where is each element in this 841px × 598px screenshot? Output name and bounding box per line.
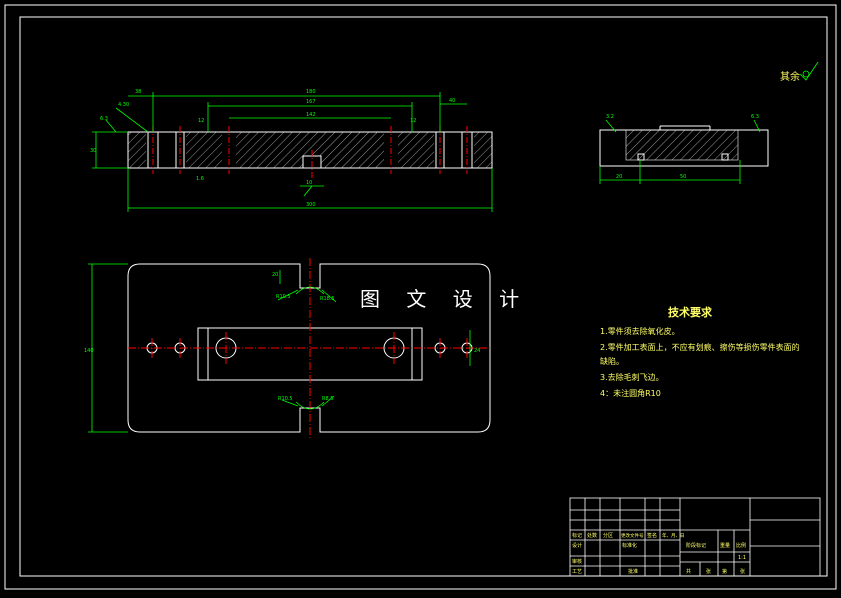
drawing-stage: 180 167 142 300 38 40 30 4.30 6.3 1.6 12… (0, 0, 841, 594)
watermark-text: 图 文 设 计 (360, 287, 530, 311)
tech-req-item-5: 4：未注圆角R10 (600, 388, 661, 398)
dim-chamfer-left: 4.30 (118, 102, 129, 108)
tb-stage: 阶段标记 (686, 542, 706, 549)
tb-row-date: 年、月、日 (662, 532, 685, 539)
dim-inner-span: 167 (306, 99, 316, 105)
dim-overall-width: 300 (306, 202, 316, 208)
tb-scale-value: 1:1 (738, 555, 746, 561)
front-hatch-edge-left (128, 132, 146, 168)
tb-approve: 批准 (628, 568, 638, 575)
front-hatch-left (186, 132, 222, 168)
roughness-note: 其余 (780, 61, 819, 83)
tb-row-doc: 更改文件号 (621, 532, 644, 539)
plan-dim-slot: 20 (272, 272, 278, 278)
tb-row-sign: 签名 (647, 532, 657, 539)
tech-req-item-1: 1.零件须去除氧化皮。 (600, 326, 680, 336)
tb-designer: 设计 (572, 542, 582, 549)
tb-check: 审核 (572, 558, 582, 565)
tb-sheets-unit1: 张 (706, 568, 711, 575)
front-hatch-edge-right (474, 132, 492, 168)
dim-slot-right: 12 (410, 118, 416, 124)
side-dim-right: 50 (680, 174, 686, 180)
tb-sheets-no: 第 (722, 568, 727, 575)
dim-left-offset: 38 (135, 89, 141, 95)
plan-right-mark: 24 (474, 348, 480, 354)
dim-inner-mid: 142 (306, 112, 316, 118)
tb-scale: 比例 (736, 542, 746, 549)
plan-radius-top-left: R10.5 (276, 294, 291, 300)
tb-row-zone: 分区 (603, 532, 613, 539)
dim-height: 30 (90, 148, 96, 154)
title-block-text: 标记 处数 分区 更改文件号 签名 年、月、日 设计 标准化 审核 工艺 批准 … (572, 532, 746, 575)
tb-process: 工艺 (572, 569, 582, 575)
dim-top-span: 180 (306, 89, 316, 95)
tech-req-item-2: 2.零件加工表面上，不应有划痕、擦伤等损伤零件表面的 (600, 342, 800, 352)
dim-right-offset: 40 (449, 98, 455, 104)
front-hatch-right (398, 132, 434, 168)
side-rough-right: 6.3 (751, 114, 759, 120)
tb-sheets-unit2: 张 (740, 568, 745, 575)
tb-sheets-total: 共 (686, 568, 691, 575)
rough-mid: 1.6 (196, 176, 204, 182)
plan-radius-top-right: R18.5 (320, 296, 335, 302)
tech-req-item-4: 3.去除毛刺飞边。 (600, 372, 664, 382)
plan-radius-bot-left: R10.5 (278, 396, 293, 402)
tech-req-title: 技术要求 (668, 305, 713, 319)
plan-dim-height: 140 (84, 348, 94, 354)
tech-requirements: 技术要求 1.零件须去除氧化皮。 2.零件加工表面上，不应有划痕、擦伤等损伤零件… (600, 305, 800, 398)
tb-standard: 标准化 (622, 542, 637, 549)
tb-weight: 重量 (720, 542, 730, 549)
side-dim-left: 20 (616, 174, 622, 180)
tb-row-count: 处数 (587, 532, 597, 539)
tb-row-mark: 标记 (572, 532, 582, 539)
side-rough-left: 3.2 (606, 114, 614, 120)
side-hatch (625, 129, 739, 161)
tech-req-item-3: 缺陷。 (600, 356, 624, 366)
side-view: 3.2 6.3 20 50 (599, 114, 769, 184)
plan-radius-bot-right: R8.5 (322, 396, 333, 402)
dim-bottom-slot: 10 (306, 180, 312, 186)
dim-slot-left: 12 (198, 118, 204, 124)
front-section-view: 180 167 142 300 38 40 30 4.30 6.3 1.6 12… (90, 89, 493, 212)
roughness-note-text: 其余 (780, 70, 800, 83)
rough-left: 6.3 (100, 116, 108, 122)
